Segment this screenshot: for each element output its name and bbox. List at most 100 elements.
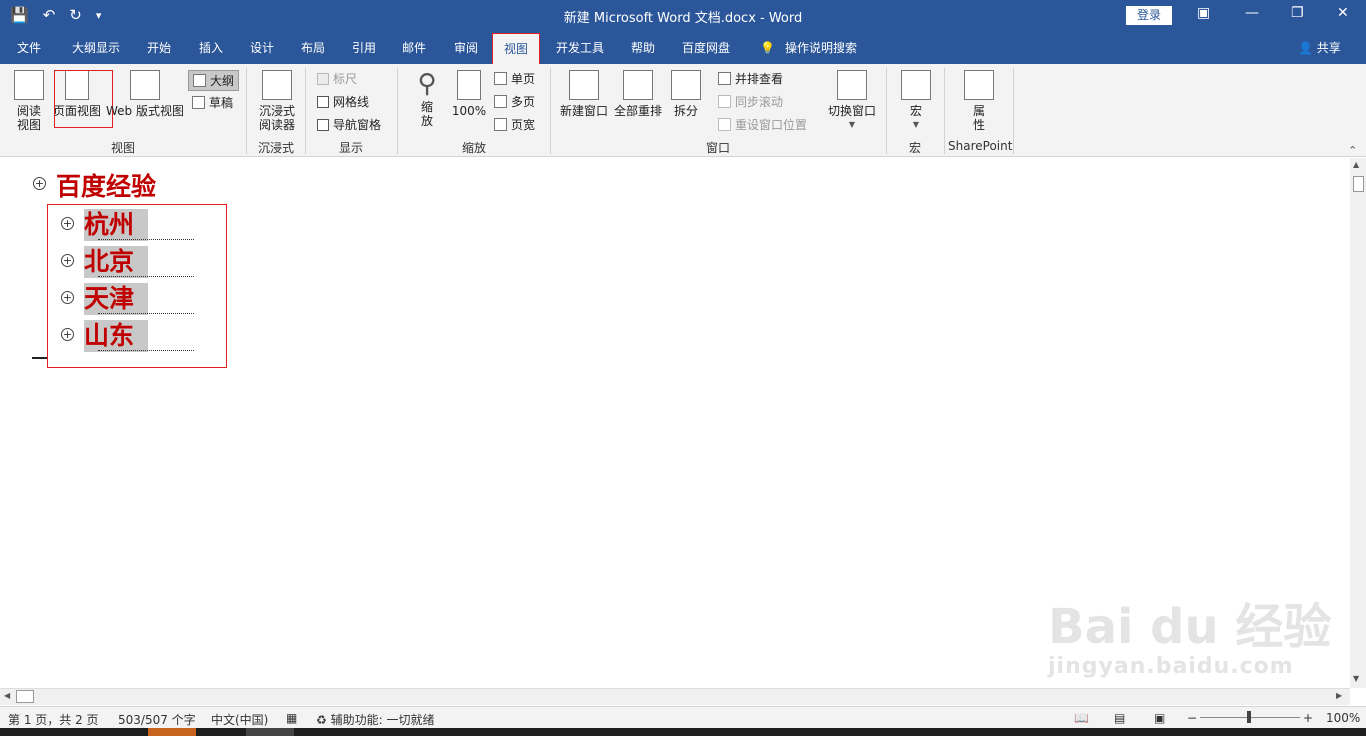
gridlines-label: 网格线	[333, 95, 370, 109]
ruler-check	[317, 72, 329, 85]
tab-home[interactable]: 开始	[147, 32, 171, 64]
taskbar-app[interactable]	[148, 728, 196, 736]
tab-references[interactable]: 引用	[352, 32, 376, 64]
lightbulb-icon: 💡	[760, 41, 775, 55]
arrange-all-button[interactable]: 全部重排	[612, 68, 664, 118]
ruler-checkbox[interactable]: 标尺	[317, 70, 357, 87]
gridlines-checkbox[interactable]: 网格线	[317, 93, 369, 110]
zoom-100-button[interactable]: 100%	[450, 68, 488, 118]
nav-pane-label: 导航窗格	[333, 118, 382, 132]
side-by-side-icon	[718, 72, 731, 85]
web-layout-button[interactable]: Web 版式视图	[104, 68, 186, 118]
scroll-right-icon[interactable]: ▶	[1336, 691, 1342, 700]
hscroll-thumb[interactable]	[16, 690, 34, 703]
share-button[interactable]: 👤 共享	[1298, 32, 1341, 64]
zoom-100-label: 100%	[451, 104, 487, 118]
scroll-left-icon[interactable]: ◀	[4, 691, 10, 700]
vertical-scrollbar[interactable]: ▲ ▼	[1350, 158, 1366, 688]
zoom-button[interactable]: ⚲ 缩 放	[408, 68, 446, 128]
immersive-reader-label: 沉浸式 阅读器	[258, 104, 295, 132]
expand-icon[interactable]: +	[61, 291, 74, 304]
close-icon[interactable]: ✕	[1337, 5, 1349, 21]
tab-outlining[interactable]: 大纲显示	[72, 32, 120, 64]
outline-icon	[193, 74, 206, 87]
group-label-window: 窗口	[706, 141, 731, 155]
separator	[397, 68, 398, 154]
one-page-icon	[494, 72, 507, 85]
collapse-ribbon-icon[interactable]: ⌃	[1348, 144, 1357, 157]
sync-scroll-button[interactable]: 同步滚动	[718, 93, 783, 110]
scroll-thumb[interactable]	[1353, 176, 1364, 192]
maximize-icon[interactable]: ❐	[1291, 5, 1304, 21]
tab-view[interactable]: 视图	[492, 33, 541, 64]
tab-mailings[interactable]: 邮件	[402, 32, 426, 64]
page-width-button[interactable]: 页宽	[494, 116, 535, 133]
switch-windows-label: 切换窗口	[827, 104, 876, 118]
expand-icon[interactable]: +	[61, 217, 74, 230]
language[interactable]: 中文(中国)	[211, 711, 268, 728]
minimize-icon[interactable]: —	[1245, 5, 1259, 21]
outline-label: 大纲	[210, 74, 235, 88]
proofing-icon[interactable]: ▦	[286, 711, 297, 725]
draft-icon	[192, 96, 205, 109]
title-bar: 💾 ↶ ↻ ▾ 新建 Microsoft Word 文档.docx - Word…	[0, 0, 1366, 32]
login-button[interactable]: 登录	[1126, 6, 1172, 25]
tab-baidu-netdisk[interactable]: 百度网盘	[682, 32, 730, 64]
switch-windows-icon	[837, 70, 867, 100]
one-page-label: 单页	[511, 72, 536, 86]
zoom-in-icon[interactable]: +	[1303, 711, 1313, 725]
new-window-button[interactable]: 新建窗口	[558, 68, 610, 118]
expand-icon[interactable]: +	[33, 177, 46, 190]
web-layout-icon[interactable]: ▣	[1154, 711, 1165, 725]
split-button[interactable]: 拆分	[668, 68, 704, 118]
nav-pane-checkbox[interactable]: 导航窗格	[317, 116, 381, 133]
read-mode-icon[interactable]: 📖	[1074, 711, 1089, 725]
zoom-percent[interactable]: 100%	[1326, 711, 1360, 725]
zoom-out-icon[interactable]: −	[1187, 711, 1197, 725]
horizontal-scrollbar[interactable]: ◀ ▶	[0, 688, 1350, 705]
tab-file[interactable]: 文件	[17, 32, 41, 64]
multiple-pages-label: 多页	[511, 95, 536, 109]
sync-scroll-label: 同步滚动	[735, 95, 784, 109]
tab-developer[interactable]: 开发工具	[556, 32, 604, 64]
split-label: 拆分	[673, 104, 698, 118]
draft-button[interactable]: 草稿	[192, 94, 233, 111]
scroll-down-icon[interactable]: ▼	[1353, 674, 1359, 683]
page-width-icon	[494, 118, 507, 131]
properties-button[interactable]: 属 性	[960, 68, 998, 132]
new-window-label: 新建窗口	[559, 104, 608, 118]
ribbon-display-icon[interactable]: ▣	[1197, 5, 1210, 21]
outline-button[interactable]: 大纲	[188, 70, 240, 91]
tell-me-search[interactable]: 操作说明搜索	[785, 32, 857, 64]
split-icon	[671, 70, 701, 100]
one-page-button[interactable]: 单页	[494, 70, 535, 87]
scroll-up-icon[interactable]: ▲	[1353, 160, 1359, 169]
macros-button[interactable]: 宏 ▼	[898, 68, 934, 132]
dotted-underline	[98, 313, 194, 314]
reset-window-position-button[interactable]: 重设窗口位置	[718, 116, 807, 133]
switch-windows-button[interactable]: 切换窗口 ▼	[826, 68, 878, 132]
new-window-icon	[569, 70, 599, 100]
zoom-slider-thumb[interactable]	[1247, 711, 1251, 723]
ruler-label: 标尺	[333, 72, 358, 86]
tab-insert[interactable]: 插入	[199, 32, 223, 64]
outline-item: 山东	[84, 320, 149, 352]
tab-help[interactable]: 帮助	[631, 32, 655, 64]
immersive-reader-button[interactable]: 沉浸式 阅读器	[254, 68, 300, 132]
expand-icon[interactable]: +	[61, 254, 74, 267]
group-label-show: 显示	[339, 141, 364, 155]
tab-review[interactable]: 审阅	[454, 32, 478, 64]
view-side-by-side-button[interactable]: 并排查看	[718, 70, 783, 87]
tab-layout[interactable]: 布局	[301, 32, 325, 64]
page-count[interactable]: 第 1 页，共 2 页	[8, 711, 99, 728]
expand-icon[interactable]: +	[61, 328, 74, 341]
accessibility-status[interactable]: ♻ 辅助功能: 一切就绪	[316, 711, 434, 728]
word-count[interactable]: 503/507 个字	[118, 711, 196, 728]
multiple-pages-button[interactable]: 多页	[494, 93, 535, 110]
sync-scroll-icon	[718, 95, 731, 108]
watermark-logo: Bai du 经验	[1048, 599, 1332, 655]
tab-design[interactable]: 设计	[250, 32, 274, 64]
read-mode-button[interactable]: 阅读 视图	[10, 68, 48, 132]
print-layout-icon[interactable]: ▤	[1114, 711, 1125, 725]
taskbar-app[interactable]	[246, 728, 294, 736]
